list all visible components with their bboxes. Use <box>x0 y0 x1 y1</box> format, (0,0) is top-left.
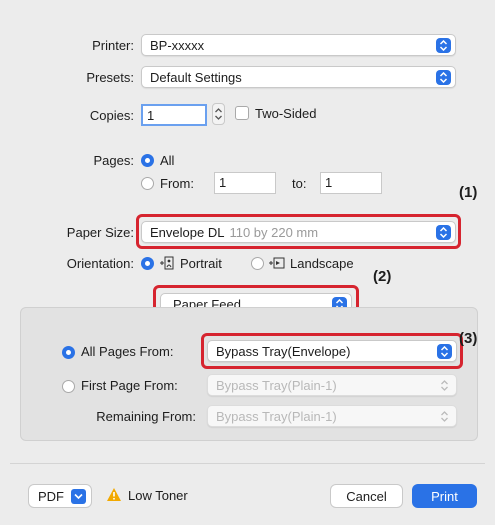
paper-size-label: Paper Size: <box>66 225 134 240</box>
highlight-all-pages <box>201 333 463 369</box>
landscape-label: Landscape <box>290 256 354 271</box>
copies-field[interactable]: 1 <box>141 104 207 126</box>
portrait-radio[interactable] <box>141 257 154 270</box>
warning-icon <box>106 487 122 502</box>
presets-label: Presets: <box>86 70 134 85</box>
landscape-radio[interactable] <box>251 257 264 270</box>
first-page-select[interactable]: Bypass Tray(Plain-1) <box>207 374 457 396</box>
chevron-down-icon <box>71 489 86 504</box>
pdf-label: PDF <box>38 488 64 504</box>
all-pages-label: All Pages From: <box>81 344 174 359</box>
portrait-label: Portrait <box>180 256 222 271</box>
two-sided-checkbox[interactable] <box>235 106 249 120</box>
pages-from-field[interactable]: 1 <box>214 172 276 194</box>
two-sided-label: Two-Sided <box>255 106 317 121</box>
pages-all-radio[interactable] <box>141 154 154 167</box>
orientation-label: Orientation: <box>66 256 134 271</box>
printer-value: BP-xxxxx <box>150 37 205 53</box>
presets-value: Default Settings <box>150 69 242 85</box>
pdf-menu-button[interactable]: PDF <box>28 484 92 508</box>
chevron-updown-icon <box>437 409 452 424</box>
remaining-label: Remaining From: <box>96 409 196 424</box>
first-page-label: First Page From: <box>81 378 178 393</box>
pages-all-label: All <box>160 153 175 168</box>
chevron-updown-icon <box>436 38 451 53</box>
cancel-button[interactable]: Cancel <box>330 484 403 508</box>
chevron-updown-icon <box>436 70 451 85</box>
callout-1: (1) <box>459 184 478 201</box>
pages-to-field[interactable]: 1 <box>320 172 382 194</box>
chevron-updown-icon <box>437 378 452 393</box>
remaining-select[interactable]: Bypass Tray(Plain-1) <box>207 405 457 427</box>
presets-select[interactable]: Default Settings <box>141 66 456 88</box>
landscape-icon <box>267 254 285 272</box>
copies-label: Copies: <box>89 108 134 123</box>
printer-select[interactable]: BP-xxxxx <box>141 34 456 56</box>
pages-to-label: to: <box>292 176 307 191</box>
footer-divider <box>10 463 485 464</box>
callout-2: (2) <box>373 268 392 285</box>
pages-from-label: From: <box>160 176 194 191</box>
callout-3: (3) <box>459 330 478 347</box>
portrait-icon <box>157 254 175 272</box>
printer-label: Printer: <box>92 38 134 53</box>
first-page-radio[interactable] <box>62 380 75 393</box>
pages-label: Pages: <box>93 153 134 168</box>
low-toner-text: Low Toner <box>128 488 188 503</box>
print-button[interactable]: Print <box>412 484 477 508</box>
first-page-value: Bypass Tray(Plain-1) <box>216 377 337 393</box>
remaining-value: Bypass Tray(Plain-1) <box>216 408 337 424</box>
copies-stepper[interactable] <box>212 103 225 125</box>
highlight-paper-size <box>136 214 461 249</box>
all-pages-radio[interactable] <box>62 346 75 359</box>
pages-from-radio[interactable] <box>141 177 154 190</box>
